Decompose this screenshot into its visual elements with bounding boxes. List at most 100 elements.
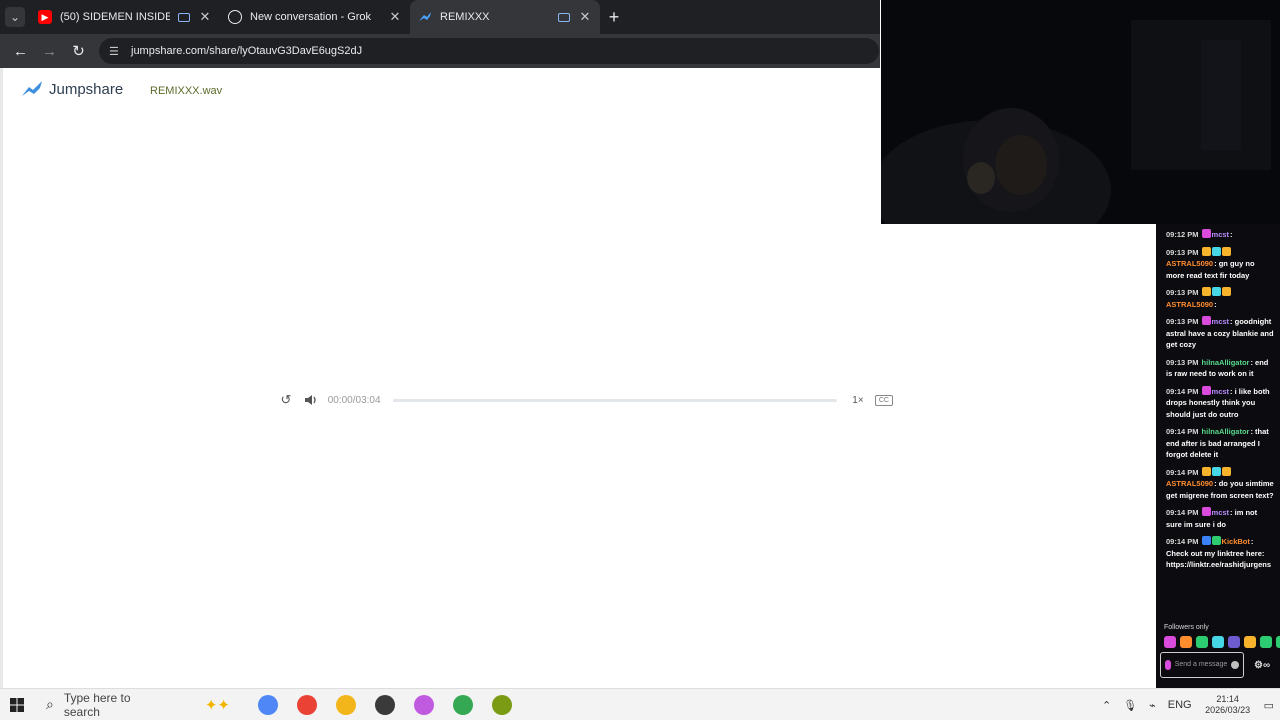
playback-speed-button[interactable]: 1×	[845, 395, 871, 406]
reload-icon[interactable]: ↻	[64, 34, 93, 68]
chat-timestamp: 09:13 PM	[1166, 317, 1199, 326]
chat-username[interactable]: hilnaAlligator	[1202, 358, 1250, 367]
chevron-up-icon[interactable]: ⌃	[1102, 699, 1111, 712]
chat-input[interactable]: Send a message	[1160, 652, 1244, 678]
emoji-icon[interactable]	[1231, 661, 1240, 669]
taskbar-apps	[248, 689, 521, 720]
emote-icon[interactable]	[1164, 636, 1176, 648]
taskbar-app-icon[interactable]	[404, 689, 443, 720]
chat-message: 09:13 PMASTRAL5090: gn guy no more read …	[1156, 246, 1280, 282]
badge-icon	[1211, 536, 1221, 545]
badge-icon	[1221, 246, 1231, 256]
chat-username[interactable]: mcst	[1212, 230, 1230, 239]
chat-timestamp: 09:13 PM	[1166, 357, 1199, 367]
emote-icon[interactable]	[1276, 636, 1280, 648]
badge-icon	[1201, 466, 1211, 476]
windows-start-icon[interactable]	[0, 689, 34, 720]
emote-row	[1164, 636, 1280, 648]
taskbar-app-icon[interactable]	[443, 689, 482, 720]
close-icon[interactable]: ✕	[388, 9, 402, 25]
chat-timestamp: 09:14 PM	[1166, 467, 1199, 477]
jumpshare-brand[interactable]: Jumpshare	[21, 80, 123, 98]
badge-icon	[1164, 660, 1171, 670]
app-icon	[257, 694, 278, 715]
emote-icon[interactable]	[1180, 636, 1192, 648]
chat-username[interactable]: hilnaAlligator	[1202, 427, 1250, 436]
followers-only-label: Followers only	[1164, 624, 1209, 631]
taskbar-app-icon[interactable]	[365, 689, 404, 720]
language-indicator[interactable]: ENG	[1168, 699, 1192, 711]
clock[interactable]: 21:14 2026/03/23	[1198, 694, 1258, 716]
jumpshare-logo-icon	[22, 81, 42, 96]
clock-date: 2026/03/23	[1205, 705, 1251, 715]
badge-icon	[1211, 287, 1221, 296]
chat-username[interactable]: ASTRAL5090	[1166, 479, 1213, 488]
jumpshare-icon	[418, 10, 432, 24]
replay-icon[interactable]: ↺	[278, 392, 294, 408]
chat-input-placeholder: Send a message	[1174, 661, 1228, 668]
chat-message: 09:12 PM mcst:	[1156, 229, 1280, 241]
taskbar-app-icon[interactable]	[326, 689, 365, 720]
chat-timestamp: 09:13 PM	[1166, 247, 1199, 257]
forward-arrow-icon[interactable]: →	[35, 34, 64, 68]
chat-username[interactable]: ASTRAL5090	[1166, 259, 1213, 268]
close-icon[interactable]: ✕	[578, 9, 592, 25]
chat-username[interactable]: ASTRAL5090	[1166, 300, 1213, 309]
search-icon: ⌕	[46, 696, 54, 712]
taskbar-app-icon[interactable]	[287, 689, 326, 720]
badge-icon	[1201, 507, 1211, 516]
new-tab-button[interactable]: +	[600, 0, 628, 34]
badge-icon	[1201, 536, 1211, 545]
address-bar[interactable]: ☰ jumpshare.com/share/lyOtauvG3DavE6ugS2…	[99, 38, 879, 64]
url-text: jumpshare.com/share/lyOtauvG3DavE6ugS2dJ	[131, 45, 363, 57]
brand-name: Jumpshare	[49, 80, 124, 98]
emote-icon[interactable]	[1244, 636, 1256, 648]
chat-colon: :	[1230, 230, 1233, 239]
back-arrow-icon[interactable]: ←	[6, 34, 35, 68]
chat-username[interactable]: mcst	[1212, 317, 1230, 326]
chat-settings-icon[interactable]: ⚙∞	[1254, 660, 1270, 672]
tab-youtube[interactable]: ▶ (50) SIDEMEN INSIDE SEAS ✕	[30, 0, 220, 34]
tab-title: REMIXXX	[440, 11, 490, 23]
badge-icon	[1201, 316, 1211, 325]
tab-search-button[interactable]: ⌄	[0, 0, 30, 34]
badge-icon	[1201, 246, 1211, 256]
chat-message: 09:13 PM mcst: goodnight astral have a co…	[1156, 316, 1280, 351]
chat-timestamp: 09:12 PM	[1166, 230, 1199, 239]
emote-icon[interactable]	[1260, 636, 1272, 648]
taskbar-app-icon[interactable]	[248, 689, 287, 720]
chat-username[interactable]: mcst	[1212, 387, 1230, 396]
tab-remixxx[interactable]: REMIXXX ✕	[410, 0, 600, 34]
taskbar-search[interactable]: ⌕ Type here to search ✦✦	[34, 689, 230, 720]
taskbar-app-icon[interactable]	[482, 689, 521, 720]
chat-timestamp: 09:14 PM	[1166, 537, 1199, 546]
emote-icon[interactable]	[1212, 636, 1224, 648]
seek-bar[interactable]	[393, 398, 838, 402]
chat-message-list: 09:12 PM mcst: 09:13 PMASTRAL5090: gn guy…	[1156, 224, 1280, 571]
microphone-icon[interactable]: 🎙	[1123, 699, 1137, 712]
app-icon	[413, 694, 434, 715]
windows-taskbar: ⌕ Type here to search ✦✦ ⌃ 🎙 ⌁ ENG 21:14…	[0, 688, 1280, 720]
picture-in-picture-icon	[558, 12, 570, 22]
chat-username[interactable]: KickBot	[1222, 537, 1250, 546]
stream-chat: 09:12 PM mcst: 09:13 PMASTRAL5090: gn guy…	[1156, 224, 1280, 688]
screen: ⌄ ▶ (50) SIDEMEN INSIDE SEAS ✕ New conve…	[0, 0, 1280, 720]
search-placeholder: Type here to search	[63, 690, 131, 719]
captions-button[interactable]: CC	[874, 394, 893, 406]
tab-grok[interactable]: New conversation - Grok ✕	[220, 0, 410, 34]
app-icon	[296, 694, 317, 715]
notification-icon[interactable]: ▭	[1264, 699, 1274, 712]
emote-icon[interactable]	[1228, 636, 1240, 648]
network-icon[interactable]: ⌁	[1149, 699, 1156, 712]
chat-message: 09:14 PM hilnaAlligator: that end after i…	[1156, 426, 1280, 461]
app-icon	[335, 694, 356, 715]
copilot-sparkle-icon[interactable]: ✦✦	[205, 696, 230, 714]
site-settings-icon[interactable]: ☰	[109, 45, 123, 58]
chat-username[interactable]: mcst	[1212, 508, 1230, 517]
chat-text: Check out my linktree here: https://link…	[1166, 548, 1272, 570]
volume-icon[interactable]	[303, 392, 319, 408]
playback-time: 00:00/03:04	[327, 394, 381, 406]
emote-icon[interactable]	[1196, 636, 1208, 648]
close-icon[interactable]: ✕	[198, 9, 212, 25]
youtube-icon: ▶	[38, 10, 52, 24]
